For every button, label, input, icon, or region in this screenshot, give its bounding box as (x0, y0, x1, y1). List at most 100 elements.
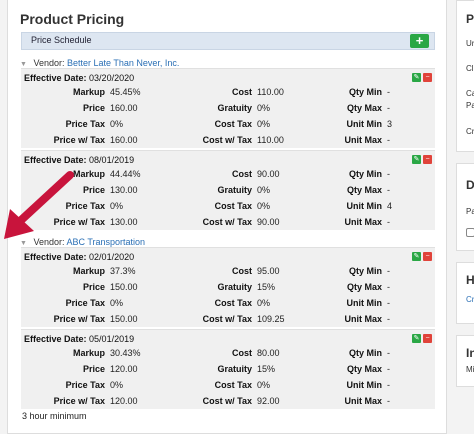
qty-max-value: - (387, 282, 390, 292)
cost-w-tax-label: Cost w/ Tax (202, 314, 252, 324)
side-panel-product: P Ur Cl Ca Pa Cr (456, 0, 474, 152)
qty-min-value: - (387, 169, 390, 179)
side-link[interactable]: Cr (466, 295, 474, 304)
delete-icon[interactable]: − (423, 155, 432, 164)
unit-max-label: Unit Max (344, 135, 382, 145)
price-grid: Markup 30.43% Cost 80.00 Qty Min - Price 120… (21, 348, 435, 412)
price-w-tax-value: 150.00 (110, 314, 138, 324)
unit-max-label: Unit Max (344, 396, 382, 406)
cost-w-tax-label: Cost w/ Tax (202, 135, 252, 145)
grid-row: Markup 45.45% Cost 110.00 Qty Min - (21, 87, 435, 103)
cost-w-tax-value: 90.00 (257, 217, 280, 227)
grid-row: Markup 44.44% Cost 90.00 Qty Min - (21, 169, 435, 185)
delete-icon[interactable]: − (423, 73, 432, 82)
qty-max-label: Qty Max (346, 185, 382, 195)
cost-w-tax-value: 110.00 (257, 135, 284, 145)
delete-icon[interactable]: − (423, 252, 432, 261)
edit-icon[interactable]: ✎ (412, 334, 421, 343)
cost-tax-label: Cost Tax (214, 380, 252, 390)
gratuity-label: Gratuity (217, 364, 252, 374)
markup-value: 45.45% (110, 87, 141, 97)
side-panel-info: In Mi (456, 335, 474, 387)
gratuity-value: 15% (257, 364, 276, 374)
vendor-link[interactable]: Better Late Than Never, Inc. (67, 58, 179, 68)
cost-w-tax-value: 92.00 (257, 396, 280, 406)
pricing-footnote: 3 hour minimum (22, 411, 87, 421)
side-field: Ur (466, 39, 474, 48)
unit-min-label: Unit Min (346, 201, 383, 211)
vendor-prefix: Vendor: (33, 58, 65, 68)
price-tax-value: 0% (110, 119, 124, 129)
delete-icon[interactable]: − (423, 334, 432, 343)
price-tax-label: Price Tax (65, 298, 105, 308)
markup-value: 30.43% (110, 348, 141, 358)
side-checkbox[interactable] (466, 228, 474, 237)
unit-min-label: Unit Min (346, 298, 383, 308)
unit-min-value: 3 (387, 119, 393, 129)
side-field: Ca (466, 89, 474, 98)
qty-max-label: Qty Max (346, 282, 382, 292)
unit-max-label: Unit Max (344, 217, 382, 227)
side-field: Pa (466, 101, 474, 110)
price-value: 120.00 (110, 364, 138, 374)
price-entry-card: Effective Date: 03/20/2020 ✎ − Markup 45.4… (21, 68, 435, 148)
grid-row: Markup 30.43% Cost 80.00 Qty Min - (21, 348, 435, 364)
price-grid: Markup 37.3% Cost 95.00 Qty Min - Price 150.… (21, 266, 435, 330)
grid-row: Price w/ Tax 150.00 Cost w/ Tax 109.25 Uni… (21, 314, 435, 330)
price-label: Price (82, 364, 105, 374)
price-tax-label: Price Tax (65, 380, 105, 390)
side-panel-title: In (466, 346, 474, 360)
price-w-tax-value: 130.00 (110, 217, 138, 227)
grid-row: Price 120.00 Gratuity 15% Qty Max - (21, 364, 435, 380)
gratuity-label: Gratuity (217, 103, 252, 113)
grid-row: Price Tax 0% Cost Tax 0% Unit Min 4 (21, 201, 435, 217)
cost-value: 95.00 (257, 266, 280, 276)
plus-icon: + (415, 33, 424, 48)
cost-tax-label: Cost Tax (214, 298, 252, 308)
add-price-button[interactable]: + (410, 34, 429, 48)
markup-value: 44.44% (110, 169, 141, 179)
cost-value: 90.00 (257, 169, 280, 179)
annotation-arrow-icon (4, 171, 74, 239)
markup-label: Markup (72, 87, 105, 97)
qty-min-label: Qty Min (349, 169, 382, 179)
price-entry-card: Effective Date: 02/01/2020 ✎ − Markup 37.3… (21, 247, 435, 327)
price-w-tax-value: 120.00 (110, 396, 138, 406)
grid-row: Price w/ Tax 160.00 Cost w/ Tax 110.00 Uni… (21, 135, 435, 151)
cost-tax-value: 0% (257, 298, 271, 308)
qty-min-value: - (387, 87, 390, 97)
price-w-tax-value: 160.00 (110, 135, 138, 145)
gratuity-value: 0% (257, 185, 271, 195)
side-field: Pa (466, 207, 474, 216)
unit-min-value: 4 (387, 201, 393, 211)
price-w-tax-label: Price w/ Tax (53, 135, 105, 145)
unit-max-value: - (387, 396, 390, 406)
edit-icon[interactable]: ✎ (412, 252, 421, 261)
side-panel-title: P (466, 12, 474, 26)
price-schedule-bar: Price Schedule + (21, 32, 435, 50)
gratuity-value: 15% (257, 282, 276, 292)
edit-icon[interactable]: ✎ (412, 155, 421, 164)
qty-max-label: Qty Max (346, 364, 382, 374)
effective-date: Effective Date: 08/01/2019 (24, 155, 135, 165)
price-value: 150.00 (110, 282, 138, 292)
unit-max-value: - (387, 135, 390, 145)
unit-min-label: Unit Min (346, 119, 383, 129)
qty-min-label: Qty Min (349, 348, 382, 358)
effective-date: Effective Date: 02/01/2020 (24, 252, 135, 262)
unit-max-value: - (387, 217, 390, 227)
qty-min-label: Qty Min (349, 87, 382, 97)
price-tax-value: 0% (110, 380, 124, 390)
gratuity-value: 0% (257, 103, 271, 113)
caret-down-icon[interactable]: ▼ (20, 61, 27, 68)
side-panel-title: H (466, 273, 474, 287)
cost-tax-value: 0% (257, 119, 271, 129)
unit-max-value: - (387, 314, 390, 324)
grid-row: Price 150.00 Gratuity 15% Qty Max - (21, 282, 435, 298)
grid-row: Price Tax 0% Cost Tax 0% Unit Min 3 (21, 119, 435, 135)
grid-row: Price w/ Tax 130.00 Cost w/ Tax 90.00 Unit… (21, 217, 435, 233)
unit-min-label: Unit Min (346, 380, 383, 390)
edit-icon[interactable]: ✎ (412, 73, 421, 82)
side-panel-title: D (466, 178, 474, 192)
gratuity-label: Gratuity (217, 282, 252, 292)
